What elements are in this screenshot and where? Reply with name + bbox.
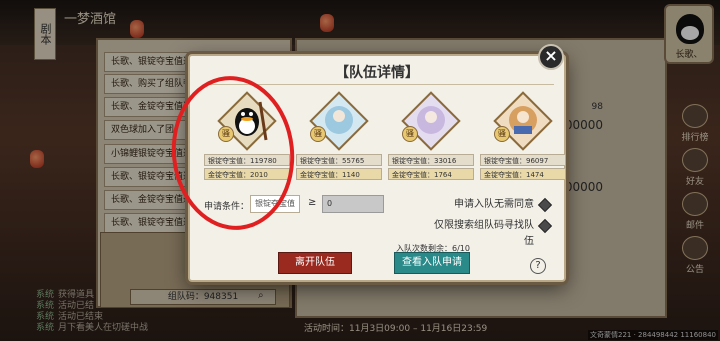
option-no-approval[interactable]: 申请入队无需同意 bbox=[426, 197, 556, 213]
geq-symbol: ≥ bbox=[308, 197, 317, 208]
option-code-only[interactable]: 仅限搜索组队码寻找队伍 bbox=[426, 218, 556, 247]
gold-value: 金锭夺宝值：1140 bbox=[296, 168, 382, 180]
view-requests-button[interactable]: 查看入队申请 bbox=[394, 252, 470, 274]
member-badge: 骚 bbox=[402, 126, 418, 142]
help-icon[interactable]: ? bbox=[530, 258, 546, 274]
member-portrait: 骚 bbox=[401, 91, 461, 151]
member-portrait: 骚 bbox=[493, 91, 553, 151]
team-member-card[interactable]: 骚 银锭夺宝值：96097 金锭夺宝值：1474 bbox=[480, 91, 566, 214]
silver-value: 银锭夺宝值：96097 bbox=[480, 154, 566, 166]
silver-value: 银锭夺宝值：33016 bbox=[388, 154, 474, 166]
team-member-card[interactable]: 骚 银锭夺宝值：33016 金锭夺宝值：1764 bbox=[388, 91, 474, 214]
silver-value: 银锭夺宝值：55765 bbox=[296, 154, 382, 166]
diamond-checkbox-icon[interactable] bbox=[537, 197, 553, 213]
leave-team-button[interactable]: 离开队伍 bbox=[278, 252, 352, 274]
member-badge: 骚 bbox=[494, 126, 510, 142]
apply-threshold-input[interactable]: 0 bbox=[322, 195, 384, 213]
member-badge: 骚 bbox=[310, 126, 326, 142]
close-icon[interactable]: × bbox=[538, 44, 564, 70]
gold-value: 金锭夺宝值：1764 bbox=[388, 168, 474, 180]
diamond-checkbox-icon[interactable] bbox=[537, 218, 553, 234]
gold-value: 金锭夺宝值：1474 bbox=[480, 168, 566, 180]
member-portrait: 骚 bbox=[309, 91, 369, 151]
